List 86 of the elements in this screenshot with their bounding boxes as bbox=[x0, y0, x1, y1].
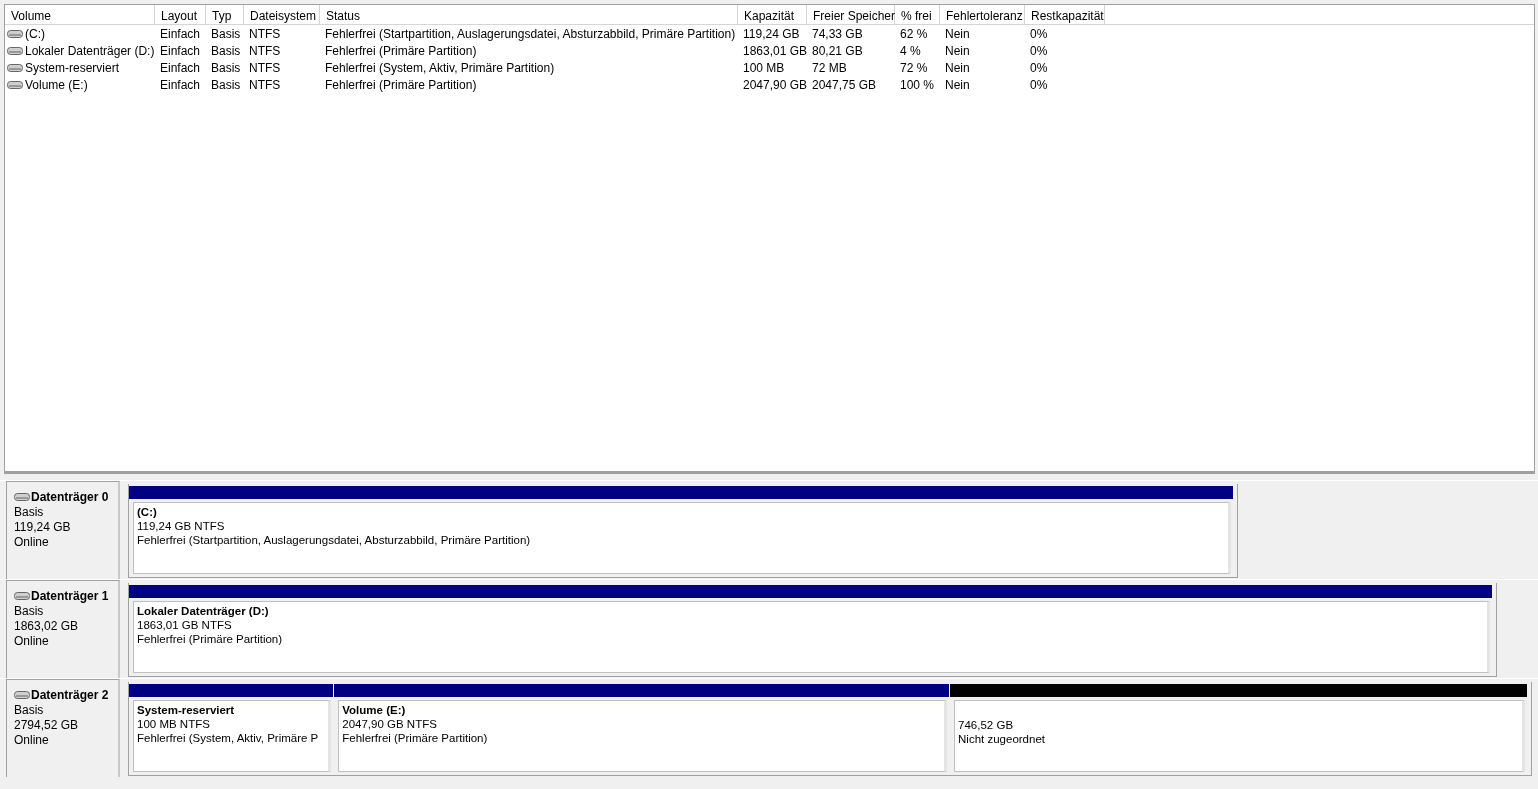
table-cell: Basis bbox=[211, 43, 241, 58]
partition-name: (C:) bbox=[137, 506, 158, 518]
column-header[interactable]: Layout bbox=[155, 5, 206, 24]
table-cell: 2047,75 GB bbox=[812, 77, 877, 92]
column-header[interactable]: Restkapazität bbox=[1025, 5, 1105, 24]
table-cell: 100 % bbox=[900, 77, 935, 92]
partition-size: 746,52 GB bbox=[958, 719, 1015, 731]
table-cell: Einfach bbox=[160, 60, 201, 75]
table-cell: Nein bbox=[945, 43, 970, 58]
drive-icon bbox=[14, 690, 30, 700]
table-cell: 1863,01 GB bbox=[743, 43, 808, 58]
table-cell: Nein bbox=[945, 60, 970, 75]
drive-icon bbox=[14, 591, 30, 601]
table-cell: NTFS bbox=[249, 60, 281, 75]
table-cell: Lokaler Datenträger (D:) bbox=[25, 43, 155, 58]
disk-size: 119,24 GB bbox=[14, 520, 72, 534]
partition-status: Fehlerfrei (Primäre Partition) bbox=[137, 633, 284, 645]
table-cell: Volume (E:) bbox=[25, 77, 88, 92]
table-cell: Fehlerfrei (Primäre Partition) bbox=[325, 77, 477, 92]
disk-state: Online bbox=[14, 535, 50, 549]
disk-type: Basis bbox=[14, 604, 45, 618]
partition-size: 1863,01 GB NTFS bbox=[137, 619, 233, 631]
partition-status: Fehlerfrei (System, Aktiv, Primäre P bbox=[137, 732, 320, 744]
table-cell: 74,33 GB bbox=[812, 26, 863, 41]
partition-size: 119,24 GB NTFS bbox=[137, 520, 226, 532]
table-cell: NTFS bbox=[249, 26, 281, 41]
partition-size: 2047,90 GB NTFS bbox=[342, 718, 438, 730]
table-cell: Einfach bbox=[160, 43, 201, 58]
table-cell: 62 % bbox=[900, 26, 928, 41]
table-cell: 100 MB bbox=[743, 60, 785, 75]
table-cell: 72 % bbox=[900, 60, 928, 75]
disk-label-panel[interactable]: Datenträger 1 Basis 1863,02 GB Online bbox=[6, 580, 120, 678]
table-cell: Einfach bbox=[160, 26, 201, 41]
column-header[interactable]: Volume bbox=[5, 5, 155, 24]
table-cell: (C:) bbox=[25, 26, 45, 41]
table-cell: System-reserviert bbox=[25, 60, 119, 75]
partition-size: 100 MB NTFS bbox=[137, 718, 211, 730]
table-cell: Nein bbox=[945, 77, 970, 92]
table-cell: 119,24 GB bbox=[743, 26, 800, 41]
table-cell: Basis bbox=[211, 26, 241, 41]
column-header[interactable]: Dateisystem bbox=[244, 5, 320, 24]
column-header[interactable]: Freier Speicher bbox=[807, 5, 895, 24]
column-header[interactable]: Kapazität bbox=[738, 5, 807, 24]
table-cell: 80,21 GB bbox=[812, 43, 863, 58]
partition-status: Fehlerfrei (Primäre Partition) bbox=[342, 732, 489, 744]
disk-name: Datenträger 2 bbox=[31, 688, 109, 702]
table-cell: 72 MB bbox=[812, 60, 847, 75]
disk-label-panel[interactable]: Datenträger 0 Basis 119,24 GB Online bbox=[6, 481, 120, 579]
disk-name: Datenträger 0 bbox=[31, 490, 109, 504]
drive-icon bbox=[7, 45, 23, 56]
table-cell: NTFS bbox=[249, 77, 281, 92]
drive-icon bbox=[7, 79, 23, 90]
table-cell: Nein bbox=[945, 26, 970, 41]
table-cell: Basis bbox=[211, 77, 241, 92]
table-cell: NTFS bbox=[249, 43, 281, 58]
disk-name: Datenträger 1 bbox=[31, 589, 109, 603]
table-cell: 0% bbox=[1030, 43, 1048, 58]
table-cell: 0% bbox=[1030, 60, 1048, 75]
column-header[interactable]: Typ bbox=[206, 5, 244, 24]
table-cell: Basis bbox=[211, 60, 241, 75]
table-cell: Einfach bbox=[160, 77, 201, 92]
table-cell: Fehlerfrei (Primäre Partition) bbox=[325, 43, 477, 58]
disk-state: Online bbox=[14, 733, 50, 747]
drive-icon bbox=[7, 28, 23, 39]
disk-size: 1863,02 GB bbox=[14, 619, 80, 633]
partition-status: Nicht zugeordnet bbox=[958, 733, 1046, 745]
partition-name: System-reserviert bbox=[137, 704, 236, 716]
column-header[interactable]: Status bbox=[320, 5, 738, 24]
drive-icon bbox=[7, 62, 23, 73]
column-header[interactable]: Fehlertoleranz bbox=[940, 5, 1025, 24]
disk-type: Basis bbox=[14, 703, 45, 717]
table-cell: 0% bbox=[1030, 77, 1048, 92]
disk-type: Basis bbox=[14, 505, 45, 519]
table-cell: 4 % bbox=[900, 43, 921, 58]
disk-label-panel[interactable]: Datenträger 2 Basis 2794,52 GB Online bbox=[6, 679, 120, 777]
table-cell: 0% bbox=[1030, 26, 1048, 41]
table-cell: 2047,90 GB bbox=[743, 77, 808, 92]
partition-name: Lokaler Datenträger (D:) bbox=[137, 605, 270, 617]
column-header[interactable]: % frei bbox=[895, 5, 940, 24]
table-cell: Fehlerfrei (Startpartition, Auslagerungsdatei, Absturzabbild, Primäre Partition) bbox=[325, 26, 736, 41]
disk-size: 2794,52 GB bbox=[14, 718, 80, 732]
drive-icon bbox=[14, 492, 30, 502]
partition-status: Fehlerfrei (Startpartition, Auslagerungsdatei, Absturzabbild, Primäre Partition) bbox=[137, 534, 532, 546]
table-cell: Fehlerfrei (System, Aktiv, Primäre Partition) bbox=[325, 60, 555, 75]
disk-state: Online bbox=[14, 634, 50, 648]
partition-name: Volume (E:) bbox=[342, 704, 407, 716]
